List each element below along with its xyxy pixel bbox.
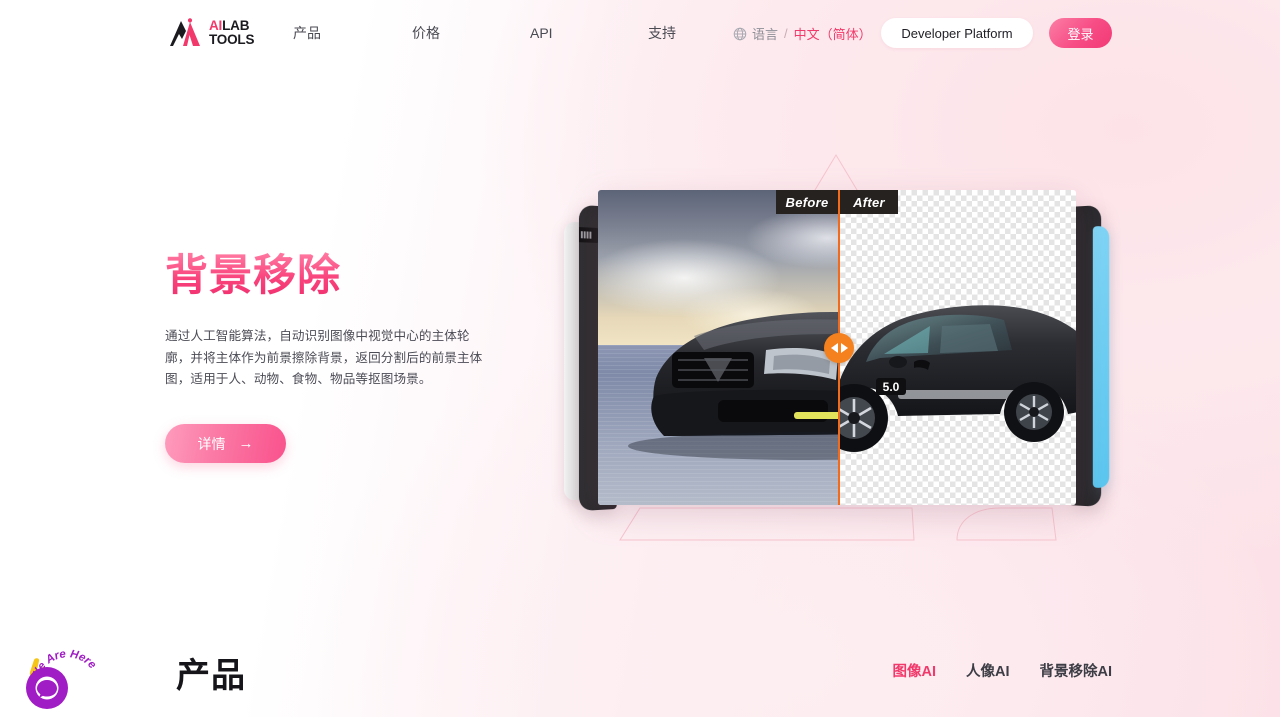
stack-card-blue-right <box>1092 225 1110 489</box>
language-separator: / <box>784 26 788 41</box>
brand-logo-text: AILAB TOOLS <box>209 19 254 47</box>
after-label: After <box>840 190 898 214</box>
before-photo <box>598 190 838 505</box>
chevron-right-icon <box>840 343 848 353</box>
before-after-labels: Before After <box>776 190 898 214</box>
comparison-slider-handle[interactable] <box>824 333 854 363</box>
svg-text:5.0: 5.0 <box>883 380 900 394</box>
logo-mountain-icon <box>170 18 200 46</box>
language-label: 语言 <box>752 27 779 42</box>
chevron-left-icon <box>830 343 838 353</box>
logo-lab-text: LAB <box>222 18 250 34</box>
before-image-layer <box>598 190 838 505</box>
language-selector[interactable]: 语言 / 中文（简体） <box>733 24 872 43</box>
chat-support-widget[interactable]: We Are Here! <box>12 621 100 710</box>
before-after-viewer[interactable]: 5.0 Before After <box>598 190 1076 505</box>
primary-navigation: 产品 价格 API 支持 <box>293 0 766 66</box>
globe-icon <box>733 27 747 40</box>
before-label: Before <box>776 190 838 214</box>
developer-platform-button[interactable]: Developer Platform <box>881 18 1033 48</box>
nav-item-product[interactable]: 产品 <box>293 17 412 49</box>
login-button[interactable]: 登录 <box>1049 18 1112 48</box>
before-car-front <box>628 312 838 460</box>
chat-widget-graphic: We Are Here! <box>12 621 99 709</box>
stack-card-chip-icon <box>578 227 600 244</box>
brand-logo[interactable]: AILAB TOOLS <box>168 17 254 49</box>
site-header: AILAB TOOLS 产品 价格 API 支持 语言 / 中文（简体） Dev… <box>0 0 1280 66</box>
language-value: 中文（简体） <box>793 27 872 42</box>
logo-ai-text: AI <box>209 18 223 34</box>
nav-item-pricing[interactable]: 价格 <box>412 17 530 49</box>
nav-item-api[interactable]: API <box>530 19 648 47</box>
logo-tools-text: TOOLS <box>209 32 255 47</box>
